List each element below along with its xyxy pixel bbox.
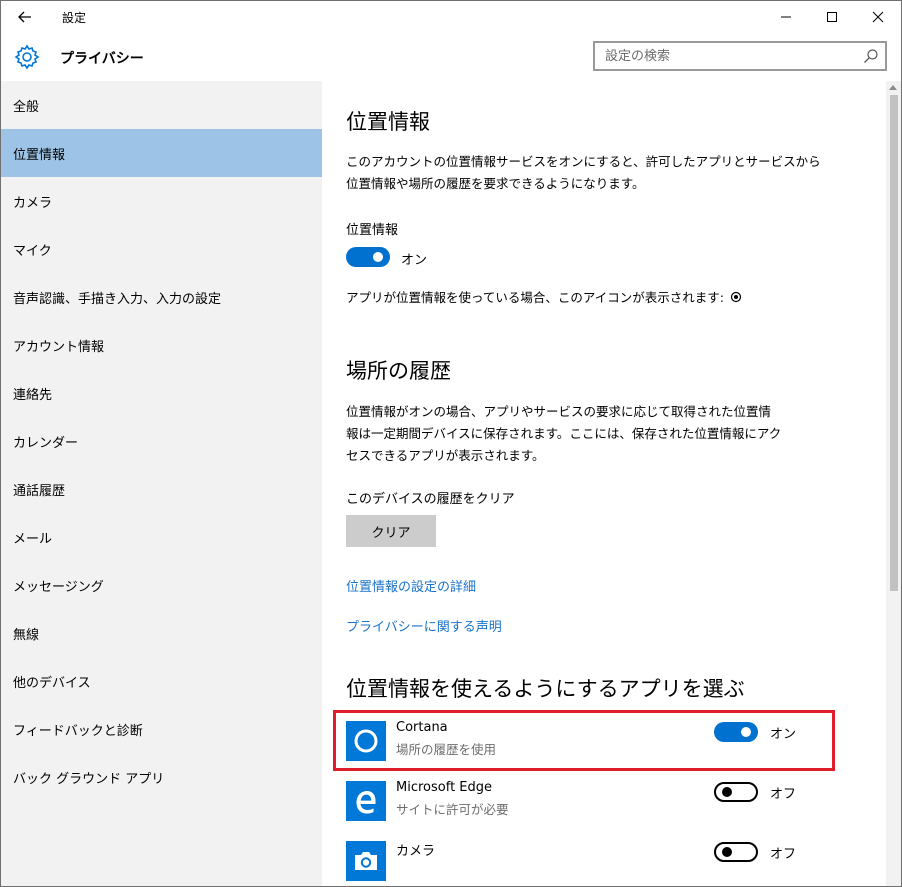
sidebar-item-label: カレンダー: [13, 435, 79, 451]
sidebar-item-label: 無線: [13, 627, 40, 643]
location-toggle-label: 位置情報: [346, 223, 399, 238]
history-description: 位置情報がオンの場合、アプリやサービスの要求に応じて取得された位置情 報は一定期…: [346, 404, 782, 463]
sidebar-item-label: フィードバックと診断: [13, 723, 143, 739]
location-indicator-icon: [730, 291, 742, 303]
close-button[interactable]: [855, 1, 901, 33]
sidebar-item-label: メッセージング: [13, 579, 104, 595]
location-toggle-state: オン: [401, 253, 428, 268]
sidebar-item-microphone[interactable]: マイク: [1, 225, 322, 273]
search-input[interactable]: [595, 43, 855, 69]
sidebar-item-label: 音声認識、手描き入力、入力の設定: [13, 291, 222, 307]
minimize-icon: [781, 16, 791, 18]
settings-window: 設定 プライバシー 全般 位置情報 カメラ: [0, 0, 902, 887]
section-heading-history: 場所の履歴: [346, 359, 451, 383]
app-toggle-state: オフ: [770, 787, 797, 802]
close-icon: [872, 11, 884, 23]
page-header: プライバシー: [1, 33, 901, 81]
section-heading-location: 位置情報: [346, 110, 430, 134]
sidebar-item-label: 位置情報: [13, 147, 66, 163]
sidebar-item-radios[interactable]: 無線: [1, 609, 322, 657]
back-button[interactable]: [7, 4, 43, 30]
clear-button[interactable]: クリア: [346, 515, 436, 547]
app-toggle-state: オフ: [770, 847, 797, 862]
search-icon[interactable]: [863, 48, 879, 64]
scroll-up-arrow-icon[interactable]: [889, 85, 897, 90]
scroll-thumb[interactable]: [890, 95, 898, 591]
gear-icon: [14, 44, 40, 70]
location-settings-detail-link[interactable]: 位置情報の設定の詳細: [346, 576, 476, 595]
sidebar-item-location[interactable]: 位置情報: [1, 129, 322, 177]
highlight-box: [333, 710, 835, 771]
icon-note-text: アプリが位置情報を使っている場合、このアイコンが表示されます:: [346, 290, 724, 305]
app-subtitle: サイトに許可が必要: [396, 802, 509, 817]
search-box[interactable]: [593, 41, 887, 71]
maximize-icon: [827, 12, 837, 22]
sidebar-item-feedback[interactable]: フィードバックと診断: [1, 705, 322, 753]
edge-icon: [346, 781, 386, 821]
maximize-button[interactable]: [809, 1, 855, 33]
toggle-knob: [373, 252, 383, 262]
sidebar-item-camera[interactable]: カメラ: [1, 177, 322, 225]
location-icon-note: アプリが位置情報を使っている場合、このアイコンが表示されます:: [346, 287, 742, 306]
sidebar-item-label: カメラ: [13, 195, 53, 211]
app-name: Microsoft Edge: [396, 780, 493, 795]
window-title: 設定: [62, 11, 87, 25]
sidebar-item-call-history[interactable]: 通話履歴: [1, 465, 322, 513]
location-description: このアカウントの位置情報サービスをオンにすると、許可したアプリとサービスから 位…: [346, 154, 821, 191]
edge-location-toggle[interactable]: [714, 782, 758, 802]
sidebar-item-background-apps[interactable]: バック グラウンド アプリ: [1, 753, 322, 801]
camera-icon: [346, 841, 386, 881]
page-title: プライバシー: [60, 51, 144, 67]
title-bar: 設定: [1, 1, 901, 33]
sidebar-item-label: 連絡先: [13, 387, 53, 403]
app-row-camera: カメラ オフ: [346, 837, 816, 886]
sidebar-item-email[interactable]: メール: [1, 513, 322, 561]
app-row-edge: Microsoft Edge サイトに許可が必要 オフ: [346, 777, 816, 829]
sidebar-item-general[interactable]: 全般: [1, 81, 322, 129]
toggle-knob: [722, 787, 732, 797]
privacy-statement-link[interactable]: プライバシーに関する声明: [346, 616, 502, 635]
scrollbar[interactable]: [886, 81, 901, 886]
sidebar-item-label: 全般: [13, 99, 40, 115]
sidebar: 全般 位置情報 カメラ マイク 音声認識、手描き入力、入力の設定 アカウント情報…: [1, 81, 322, 886]
sidebar-item-label: アカウント情報: [13, 339, 105, 355]
sidebar-item-calendar[interactable]: カレンダー: [1, 417, 322, 465]
back-arrow-icon: [18, 11, 31, 23]
sidebar-item-label: マイク: [13, 243, 52, 259]
sidebar-item-account-info[interactable]: アカウント情報: [1, 321, 322, 369]
location-toggle[interactable]: [346, 247, 390, 267]
app-name: カメラ: [396, 844, 436, 859]
sidebar-item-messaging[interactable]: メッセージング: [1, 561, 322, 609]
sidebar-item-other-devices[interactable]: 他のデバイス: [1, 657, 322, 705]
minimize-button[interactable]: [763, 1, 809, 33]
sidebar-item-label: バック グラウンド アプリ: [13, 771, 165, 787]
sidebar-item-label: メール: [13, 531, 53, 547]
sidebar-item-contacts[interactable]: 連絡先: [1, 369, 322, 417]
toggle-knob: [722, 847, 732, 857]
sidebar-item-label: 通話履歴: [13, 483, 66, 499]
sidebar-item-label: 他のデバイス: [13, 675, 91, 691]
clear-history-label: このデバイスの履歴をクリア: [346, 492, 515, 507]
camera-location-toggle[interactable]: [714, 842, 758, 862]
section-heading-apps: 位置情報を使えるようにするアプリを選ぶ: [346, 677, 745, 701]
sidebar-item-speech[interactable]: 音声認識、手描き入力、入力の設定: [1, 273, 322, 321]
